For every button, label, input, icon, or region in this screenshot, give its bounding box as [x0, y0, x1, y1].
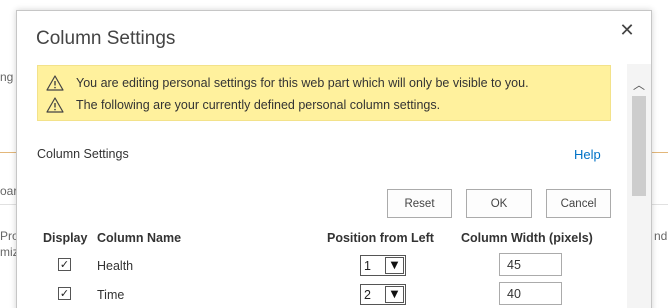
warning-triangle-icon — [46, 97, 64, 113]
header-column-width: Column Width (pixels) — [461, 231, 593, 245]
position-value: 1 — [364, 259, 371, 273]
warning-text-2: The following are your currently defined… — [76, 98, 441, 112]
chevron-down-icon[interactable]: ▼ — [385, 286, 404, 303]
position-select[interactable]: 2 ▼ — [360, 284, 406, 305]
scrollbar-thumb[interactable] — [632, 96, 646, 196]
header-position: Position from Left — [327, 231, 434, 245]
column-width-input[interactable]: 40 — [499, 282, 562, 305]
background-text-fragment: ng — [0, 70, 14, 84]
warning-message: The following are your currently defined… — [46, 95, 440, 115]
table-row: ✓ Health 1 ▼ 45 — [17, 253, 627, 279]
display-checkbox[interactable]: ✓ — [58, 258, 71, 271]
ok-button[interactable]: OK — [466, 189, 532, 218]
column-name: Time — [97, 288, 125, 302]
chevron-up-icon[interactable]: ︿ — [631, 78, 647, 92]
header-column-name: Column Name — [97, 231, 182, 245]
dialog-title: Column Settings — [36, 28, 176, 49]
chevron-down-icon[interactable]: ▼ — [385, 257, 404, 274]
column-width-input[interactable]: 45 — [499, 253, 562, 276]
reset-button[interactable]: Reset — [387, 189, 452, 218]
background-text-fragment: nd — [654, 229, 668, 243]
display-checkbox[interactable]: ✓ — [58, 287, 71, 300]
column-name: Health — [97, 259, 134, 273]
header-display: Display — [43, 231, 88, 245]
warning-banner: You are editing personal settings for th… — [37, 65, 611, 121]
warning-triangle-icon — [46, 75, 64, 91]
cancel-button[interactable]: Cancel — [546, 189, 611, 218]
help-link[interactable]: Help — [574, 147, 601, 162]
dialog-content: You are editing personal settings for th… — [17, 64, 627, 308]
position-select[interactable]: 1 ▼ — [360, 255, 406, 276]
column-settings-dialog: Column Settings ✕ You are editing person… — [16, 10, 652, 308]
section-label: Column Settings — [37, 147, 129, 161]
position-value: 2 — [364, 288, 371, 302]
warning-message: You are editing personal settings for th… — [46, 73, 529, 93]
warning-text-1: You are editing personal settings for th… — [76, 76, 529, 90]
close-icon[interactable]: ✕ — [617, 21, 637, 41]
table-row: ✓ Time 2 ▼ 40 — [17, 282, 627, 308]
vertical-scrollbar[interactable]: ︿ — [627, 64, 651, 308]
